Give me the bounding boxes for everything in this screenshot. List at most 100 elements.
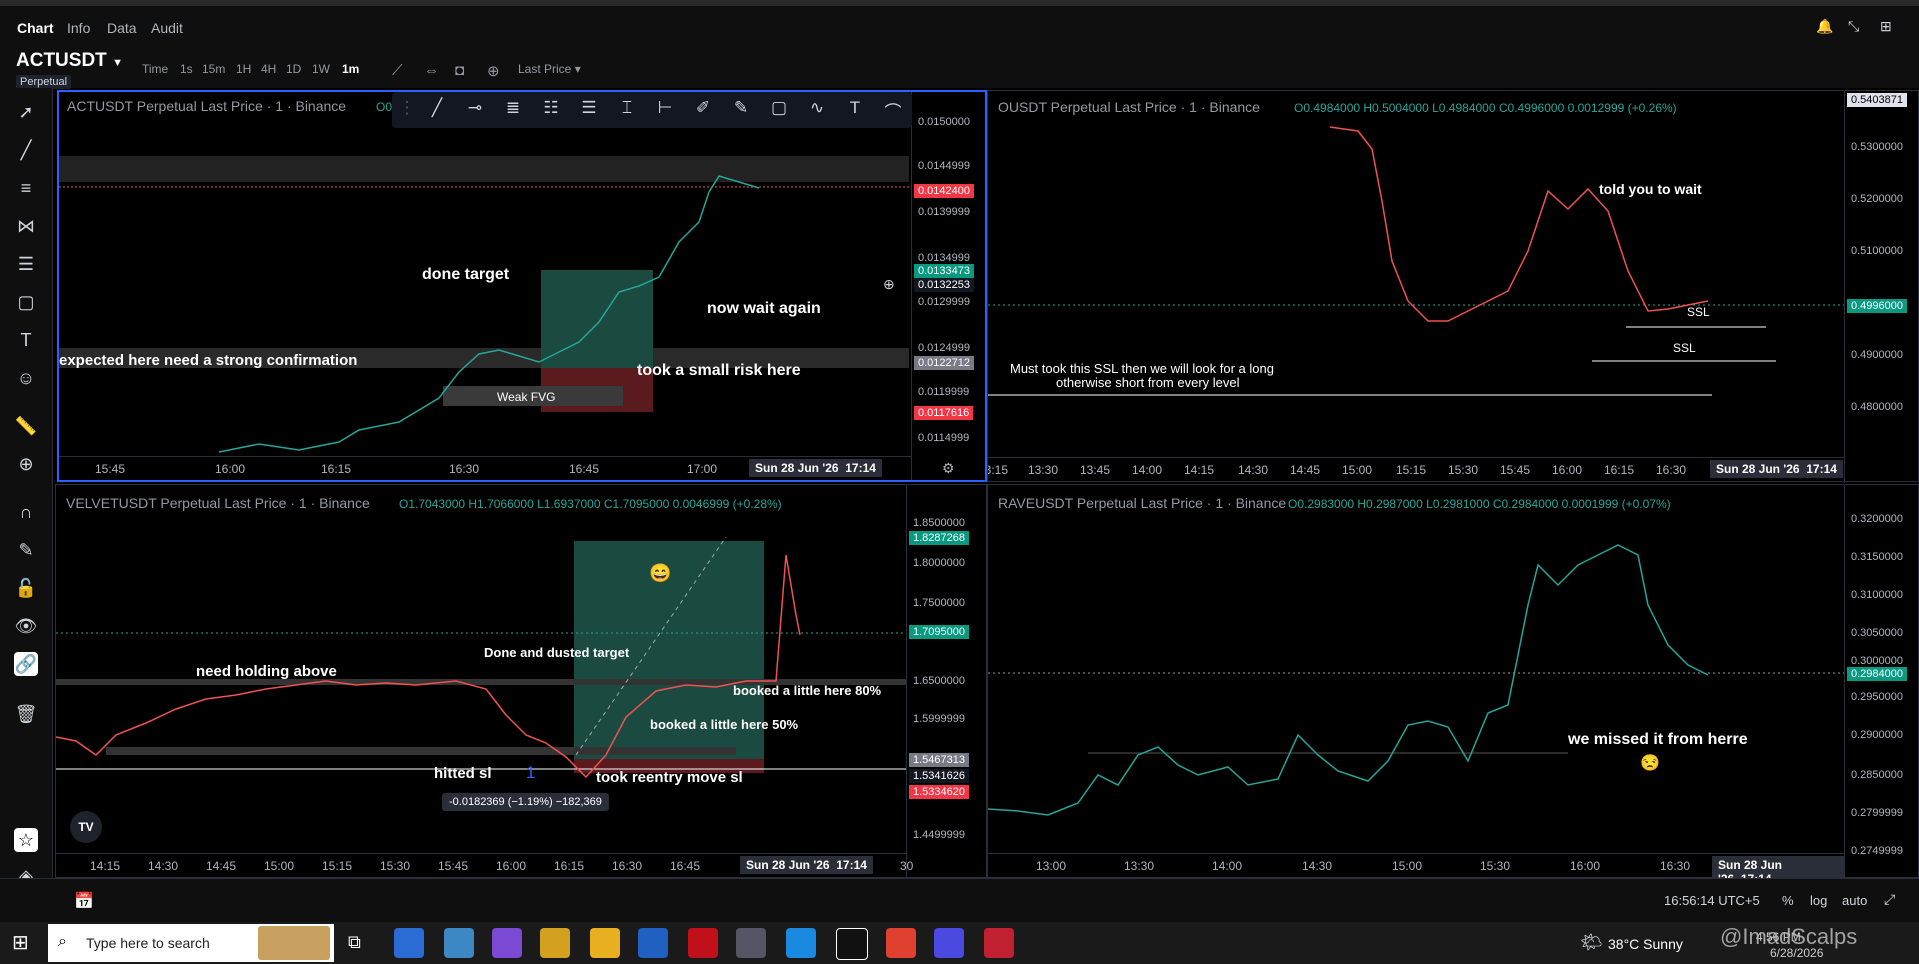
chrome-app-icon[interactable]	[886, 928, 916, 958]
price-type-select[interactable]: Last Price ▾	[518, 62, 581, 76]
pencil-lock-icon[interactable]: ✎	[14, 538, 38, 562]
task-view-icon[interactable]: ⧉	[348, 932, 361, 953]
hline-tool-icon[interactable]: ⊸	[462, 98, 488, 122]
tf-1h[interactable]: 1H	[236, 62, 251, 76]
tab-data[interactable]: Data	[107, 20, 137, 36]
layout-icon[interactable]: ⊞	[1880, 18, 1892, 35]
tf-1m[interactable]: 1m	[342, 62, 359, 76]
ou-time-axis[interactable]: 13:15 13:30 13:45 14:00 14:15 14:30 14:4…	[988, 457, 1844, 484]
windows-start-icon[interactable]: ⊞	[12, 930, 29, 955]
indicator-icon[interactable]: ⟋	[392, 62, 403, 79]
annotation-must-1: Must took this SSL then we will look for…	[1010, 361, 1274, 376]
magnet-icon[interactable]: ∩	[14, 500, 38, 524]
velvet-time-label: 15:00	[264, 859, 295, 873]
fib-icon[interactable]: ≡	[14, 176, 38, 200]
velvet-price-axis[interactable]: 1.8500000 1.8287268 1.8000000 1.7500000 …	[906, 485, 989, 879]
parallel-tool-icon[interactable]: ≣	[500, 98, 526, 122]
tab-info[interactable]: Info	[67, 20, 90, 36]
edge-app-icon[interactable]	[786, 928, 816, 958]
hrange-tool-icon[interactable]: ⊢	[652, 98, 678, 122]
netflix-app-icon[interactable]	[688, 928, 718, 958]
text-tool-icon[interactable]: T	[842, 98, 868, 122]
store-app-icon[interactable]	[394, 928, 424, 958]
velvet-pane[interactable]: VELVETUSDT Perpetual Last Price · 1 · Bi…	[55, 484, 989, 880]
rave-time-label: 13:00	[1036, 859, 1067, 873]
settings-icon[interactable]: ⚙	[942, 460, 955, 477]
text-icon[interactable]: T	[14, 328, 38, 352]
camera-app-icon[interactable]	[736, 928, 766, 958]
rect-tool-icon[interactable]: ▢	[766, 98, 792, 122]
auto-toggle[interactable]: auto	[1842, 893, 1867, 908]
tab-audit[interactable]: Audit	[151, 20, 183, 36]
rave-price-axis[interactable]: 0.3200000 0.3150000 0.3100000 0.3050000 …	[1844, 485, 1919, 879]
eye-icon[interactable]: 👁	[14, 614, 38, 638]
tradingview-app-icon[interactable]	[836, 928, 868, 960]
tf-1s[interactable]: 1s	[180, 62, 193, 76]
discord-app-icon[interactable]	[934, 928, 964, 958]
symbol-selector[interactable]: ACTUSDT ▼	[16, 50, 123, 72]
act-time-label: 16:00	[215, 462, 246, 476]
copilot-app-icon[interactable]	[492, 928, 522, 958]
act-time-axis[interactable]: 15:45 16:00 16:15 16:30 16:45 17:00 Sun …	[59, 456, 911, 481]
trendline-icon[interactable]: ╱	[14, 138, 38, 162]
tf-time[interactable]: Time	[142, 62, 168, 76]
folder-app-icon[interactable]	[590, 928, 620, 958]
velvet-time-axis[interactable]: 14:15 14:30 14:45 15:00 15:15 15:30 15:4…	[56, 853, 913, 880]
shape-icon[interactable]: ▢	[14, 290, 38, 314]
annotation-fvg: Weak FVG	[497, 390, 556, 404]
fullscreen-icon[interactable]: ⤢	[1884, 891, 1895, 908]
line-tool-icon[interactable]: ╱	[424, 98, 450, 122]
taskbar-search[interactable]: ⌕ Type here to search	[48, 924, 334, 962]
trash-icon[interactable]: 🗑	[14, 702, 38, 726]
tab-chart[interactable]: Chart	[17, 20, 54, 42]
tradingview-logo-icon[interactable]: TV	[70, 811, 102, 843]
fib-tool-icon[interactable]: ☰	[576, 98, 602, 122]
zoom-icon[interactable]: ⊕	[14, 452, 38, 476]
rave-pane[interactable]: RAVEUSDT Perpetual Last Price · 1 · Bina…	[987, 484, 1919, 888]
ou-price-axis[interactable]: 0.5403871 0.5300000 0.5200000 0.5100000 …	[1844, 91, 1919, 483]
bell-icon[interactable]: 🔔	[1816, 18, 1833, 35]
compare-icon[interactable]: ⇔	[424, 62, 439, 79]
star-icon[interactable]: ☆	[14, 828, 38, 852]
tf-1w[interactable]: 1W	[312, 62, 330, 76]
channel-tool-icon[interactable]: ☷	[538, 98, 564, 122]
lock-icon[interactable]: 🔓	[14, 576, 38, 600]
ruler-icon[interactable]: 📏	[14, 414, 38, 438]
act-price-axis[interactable]: 0.0150000 0.0144999 0.0139999 0.0134999 …	[911, 92, 986, 480]
tf-1d[interactable]: 1D	[286, 62, 301, 76]
annotation-told: told you to wait	[1599, 181, 1702, 197]
link-icon[interactable]: 🔗	[14, 652, 38, 676]
emoji-icon[interactable]: ☺	[14, 366, 38, 390]
recorder-app-icon[interactable]	[984, 928, 1014, 958]
velvet-time-label: 14:30	[148, 859, 179, 873]
mail-app-icon[interactable]	[638, 928, 668, 958]
act-pane[interactable]: ACTUSDT Perpetual Last Price · 1 · Binan…	[57, 90, 987, 482]
brush-tool-icon[interactable]: ✐	[690, 98, 716, 122]
add-alert-icon[interactable]: ⊕	[883, 276, 895, 293]
watermark: @ImadScalps	[1720, 924, 1858, 949]
drag-handle-icon[interactable]: ⋮	[394, 98, 420, 122]
log-toggle[interactable]: log	[1810, 893, 1827, 908]
tf-4h[interactable]: 4H	[261, 62, 276, 76]
percent-toggle[interactable]: %	[1782, 893, 1794, 908]
vrange-tool-icon[interactable]: ⌶	[614, 98, 640, 122]
projection-icon[interactable]: ☰	[14, 252, 38, 276]
path-tool-icon[interactable]: ∿	[804, 98, 830, 122]
weather-icon[interactable]: 🌤	[1580, 932, 1603, 953]
rave-price-label: 0.2950000	[1851, 691, 1903, 703]
add-icon[interactable]: ⊕	[487, 62, 500, 80]
utc-clock[interactable]: 16:56:14 UTC+5	[1664, 893, 1760, 908]
curve-tool-icon[interactable]: ⌒	[880, 98, 906, 122]
tf-15m[interactable]: 15m	[202, 62, 225, 76]
cursor-icon[interactable]: ➚	[14, 100, 38, 124]
rave-time-axis[interactable]: 13:00 13:30 14:00 14:30 15:00 15:30 16:0…	[988, 853, 1844, 888]
vpn-app-icon[interactable]	[540, 928, 570, 958]
camera-icon[interactable]: ◘	[455, 62, 464, 79]
collapse-icon[interactable]: ⤡	[1848, 18, 1859, 35]
files-app-icon[interactable]	[444, 928, 474, 958]
highlighter-tool-icon[interactable]: ✎	[728, 98, 754, 122]
pattern-icon[interactable]: ⋈	[14, 214, 38, 238]
weather-text[interactable]: 38°C Sunny	[1608, 936, 1683, 952]
ou-pane[interactable]: OUSDT Perpetual Last Price · 1 · Binance…	[987, 90, 1919, 484]
calendar-icon[interactable]: 📅	[74, 891, 94, 911]
